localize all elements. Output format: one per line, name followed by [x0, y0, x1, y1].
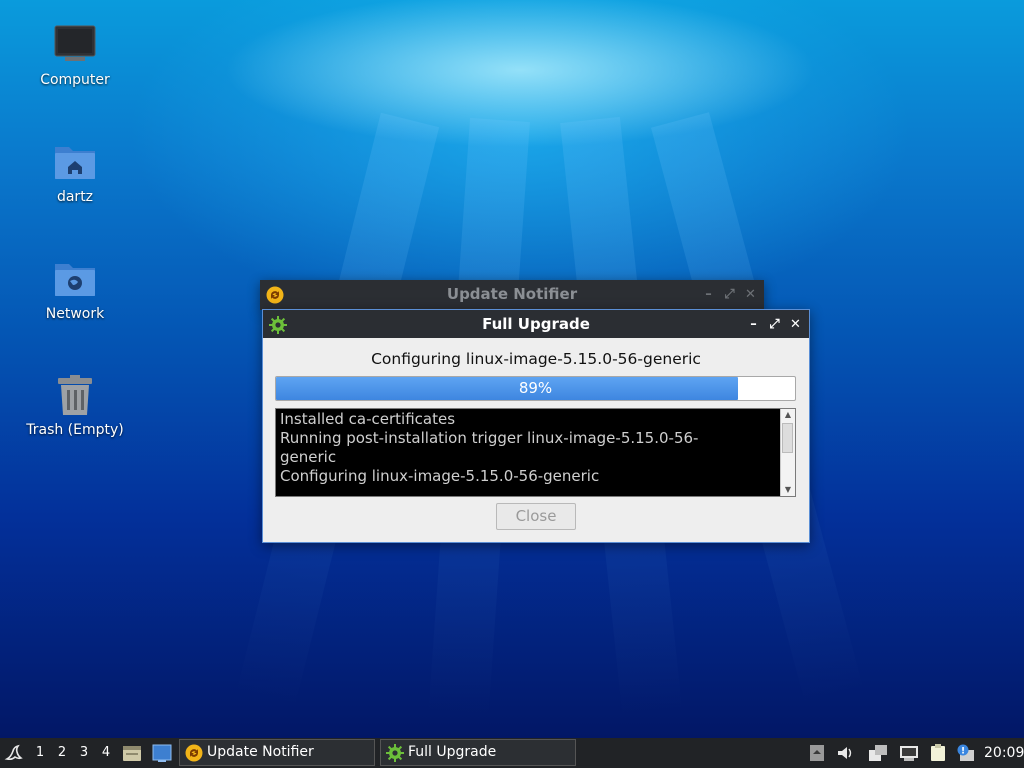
svg-text:!: !: [961, 747, 965, 757]
task-label: Update Notifier: [207, 744, 314, 760]
log-scrollbar[interactable]: ▲ ▼: [780, 409, 795, 496]
network-folder-icon: [53, 258, 97, 302]
taskbar: 1 2 3 4 Update Notifier Full Upgrade ! 2…: [0, 738, 1024, 768]
scroll-up-arrow-icon[interactable]: ▲: [781, 409, 795, 421]
desktop-icon-home[interactable]: dartz: [20, 141, 130, 205]
maximize-button[interactable]: ⤢: [767, 317, 782, 332]
minimize-button[interactable]: –: [701, 287, 716, 302]
close-dialog-button[interactable]: Close: [496, 503, 576, 530]
minimize-button[interactable]: –: [746, 317, 761, 332]
desktop-icon-label: Trash (Empty): [26, 422, 124, 438]
scroll-down-arrow-icon[interactable]: ▼: [781, 484, 795, 496]
show-desktop-icon[interactable]: [152, 743, 172, 763]
log-line: generic: [280, 448, 337, 466]
gear-icon: [269, 315, 287, 334]
scroll-thumb[interactable]: [782, 423, 793, 453]
gear-icon: [386, 744, 404, 762]
desktop-icon-label: Network: [45, 306, 105, 322]
volume-icon[interactable]: [836, 744, 854, 762]
titlebar[interactable]: Full Upgrade – ⤢ ✕: [263, 310, 809, 338]
workspace-3[interactable]: 3: [75, 738, 93, 768]
workspace-2[interactable]: 2: [53, 738, 71, 768]
full-upgrade-window[interactable]: Full Upgrade – ⤢ ✕ Configuring linux-ima…: [262, 309, 810, 543]
update-available-icon[interactable]: !: [956, 744, 974, 762]
log-line: Installed ca-certificates: [280, 410, 456, 428]
windows-icon[interactable]: [868, 744, 887, 762]
taskbar-task-full-upgrade[interactable]: Full Upgrade: [380, 739, 576, 766]
home-folder-icon: [53, 141, 97, 185]
progress-label: 89%: [518, 379, 553, 397]
update-notifier-icon: [266, 285, 284, 304]
update-notifier-window[interactable]: Update Notifier – ⤢ ✕: [260, 280, 764, 310]
start-menu-icon[interactable]: [4, 743, 24, 763]
close-button[interactable]: ✕: [788, 317, 803, 332]
update-notifier-icon: [185, 744, 203, 762]
tray-arrow-icon[interactable]: [808, 744, 826, 762]
log-output[interactable]: Installed ca-certificates Running post-i…: [275, 408, 796, 497]
log-line: Configuring linux-image-5.15.0-56-generi…: [280, 467, 600, 485]
clock[interactable]: 20:09: [984, 738, 1024, 768]
progress-bar: 89%: [275, 376, 796, 401]
workspace-4[interactable]: 4: [97, 738, 115, 768]
clipboard-icon[interactable]: [929, 744, 947, 762]
workspace-1[interactable]: 1: [31, 738, 49, 768]
desktop-icon-network[interactable]: Network: [20, 258, 130, 322]
window-title: Update Notifier: [446, 285, 578, 303]
desktop-icon-computer[interactable]: Computer: [20, 24, 130, 88]
desktop-icon-trash[interactable]: Trash (Empty): [20, 374, 130, 438]
network-icon[interactable]: [899, 744, 918, 762]
log-line: Running post-installation trigger linux-…: [280, 429, 699, 447]
window-title: Full Upgrade: [482, 315, 590, 333]
computer-icon: [53, 24, 97, 68]
desktop: Computer dartz Network Trash (Empty) Upd…: [0, 0, 1024, 738]
file-manager-icon[interactable]: [122, 743, 142, 763]
status-text: Configuring linux-image-5.15.0-56-generi…: [371, 350, 701, 368]
desktop-icon-label: dartz: [56, 189, 94, 205]
close-button[interactable]: ✕: [743, 287, 758, 302]
task-label: Full Upgrade: [408, 744, 497, 760]
trash-icon: [53, 374, 97, 418]
titlebar[interactable]: Update Notifier – ⤢ ✕: [260, 280, 764, 308]
maximize-button[interactable]: ⤢: [722, 287, 737, 302]
desktop-icon-label: Computer: [40, 72, 110, 88]
taskbar-task-update-notifier[interactable]: Update Notifier: [179, 739, 375, 766]
log-lines: Installed ca-certificates Running post-i…: [280, 410, 779, 486]
